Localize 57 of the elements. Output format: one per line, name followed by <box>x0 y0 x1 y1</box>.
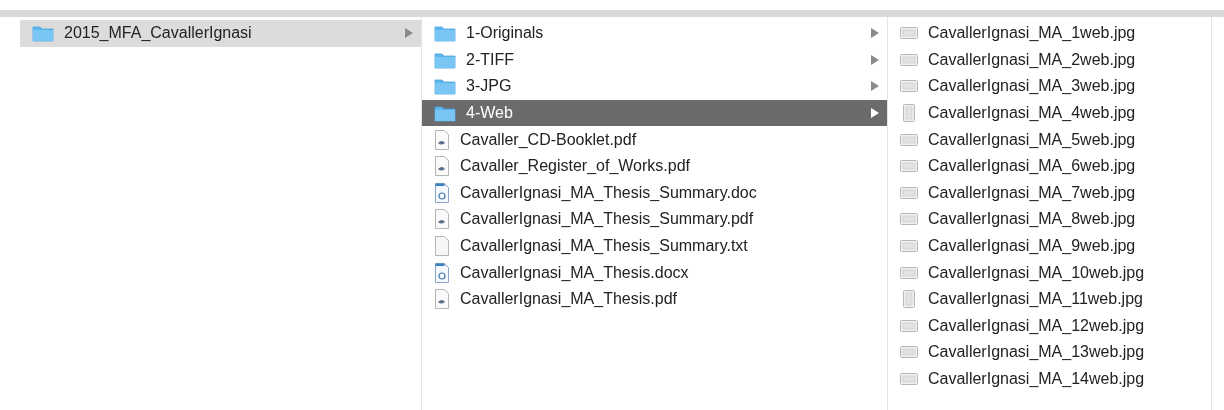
image-file-icon <box>900 317 918 334</box>
image-file-icon <box>900 131 918 148</box>
image-file-icon <box>900 344 918 361</box>
image-file-icon <box>900 211 918 228</box>
file-row[interactable]: CavallerIgnasi_MA_7web.jpg <box>888 179 1211 207</box>
image-file-icon <box>900 238 918 255</box>
file-row[interactable]: 3-JPG <box>422 73 887 100</box>
image-file-icon <box>900 104 918 123</box>
file-row[interactable]: CavallerIgnasi_MA_Thesis_Summary.doc <box>422 179 887 207</box>
image-file-icon <box>900 158 918 175</box>
disclosure-arrow-icon <box>871 54 879 65</box>
pdf-file-icon <box>434 129 450 150</box>
image-file-icon <box>900 264 918 281</box>
image-file-icon <box>900 25 918 42</box>
file-row[interactable]: Cavaller_Register_of_Works.pdf <box>422 152 887 180</box>
folder-icon <box>434 104 456 123</box>
folder-icon <box>32 24 54 43</box>
file-row[interactable]: 2-TIFF <box>422 46 887 74</box>
text-file-icon <box>434 236 450 257</box>
file-row[interactable]: CavallerIgnasi_MA_14web.jpg <box>888 365 1211 393</box>
file-row[interactable]: CavallerIgnasi_MA_Thesis.docx <box>422 259 887 286</box>
pdf-file-icon <box>434 209 450 230</box>
file-row[interactable]: CavallerIgnasi_MA_Thesis.pdf <box>422 285 887 313</box>
file-row[interactable]: Cavaller_CD-Booklet.pdf <box>422 126 887 153</box>
file-row[interactable]: CavallerIgnasi_MA_1web.jpg <box>888 20 1211 47</box>
pdf-file-icon <box>434 156 450 177</box>
disclosure-arrow-icon <box>871 81 879 92</box>
file-row[interactable]: CavallerIgnasi_MA_Thesis_Summary.pdf <box>422 206 887 233</box>
file-row[interactable]: CavallerIgnasi_MA_6web.jpg <box>888 152 1211 180</box>
image-file-icon <box>900 78 918 95</box>
file-row[interactable]: CavallerIgnasi_MA_10web.jpg <box>888 259 1211 286</box>
file-row[interactable]: CavallerIgnasi_MA_11web.jpg <box>888 285 1211 313</box>
disclosure-arrow-icon <box>871 28 879 39</box>
file-row[interactable]: CavallerIgnasi_MA_Thesis_Summary.txt <box>422 232 887 260</box>
file-row[interactable]: 1-Originals <box>422 20 887 47</box>
disclosure-arrow-icon <box>871 108 879 119</box>
file-row[interactable]: CavallerIgnasi_MA_5web.jpg <box>888 126 1211 153</box>
file-row[interactable]: CavallerIgnasi_MA_12web.jpg <box>888 312 1211 340</box>
file-row[interactable]: 2015_MFA_CavallerIgnasi <box>20 20 421 47</box>
folder-icon <box>434 77 456 96</box>
image-file-icon <box>900 184 918 201</box>
document-icon <box>434 262 450 283</box>
image-file-icon <box>900 371 918 387</box>
file-row[interactable]: CavallerIgnasi_MA_4web.jpg <box>888 99 1211 127</box>
image-file-icon <box>900 51 918 68</box>
disclosure-arrow-icon <box>405 28 413 39</box>
folder-icon <box>434 50 456 69</box>
file-row[interactable]: CavallerIgnasi_MA_13web.jpg <box>888 339 1211 366</box>
file-row[interactable]: CavallerIgnasi_MA_2web.jpg <box>888 46 1211 74</box>
file-row[interactable]: 4-Web <box>422 99 887 127</box>
folder-icon <box>434 24 456 43</box>
file-row[interactable]: CavallerIgnasi_MA_9web.jpg <box>888 232 1211 260</box>
pdf-file-icon <box>434 289 450 310</box>
document-icon <box>434 182 450 203</box>
file-row[interactable]: CavallerIgnasi_MA_3web.jpg <box>888 73 1211 100</box>
image-file-icon <box>900 290 918 309</box>
file-row[interactable]: CavallerIgnasi_MA_8web.jpg <box>888 206 1211 233</box>
